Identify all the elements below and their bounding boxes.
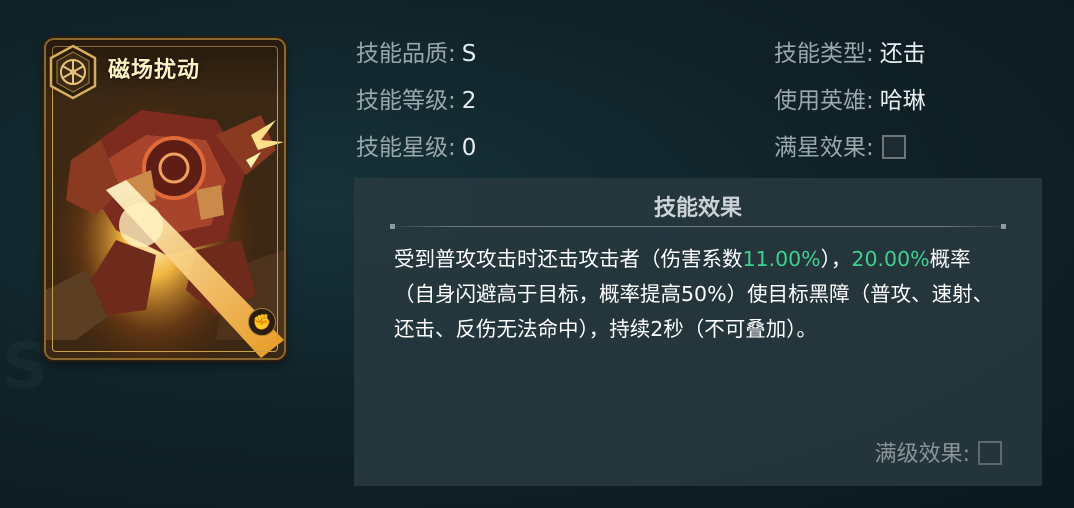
max-level-effect-checkbox[interactable]	[978, 441, 1002, 465]
skill-level-row: 技能等级: 2	[356, 81, 476, 115]
skill-detail-screen: S 磁场扰动 ✊ 技能品质: S 技能等级: 2 技能星级: 0 技能类型: 还…	[0, 0, 1074, 508]
skill-quality-row: 技能品质: S	[356, 34, 476, 68]
skill-card[interactable]: 磁场扰动 ✊	[46, 40, 284, 358]
skill-quality-value: S	[461, 41, 477, 67]
hero-label: 使用英雄:	[774, 88, 874, 114]
skill-star-row: 技能星级: 0	[356, 128, 476, 162]
title-divider	[390, 224, 1006, 229]
effect-text-part-1: 受到普攻攻击时还击攻击者（伤害系数	[394, 247, 743, 271]
skill-star-value: 0	[461, 135, 477, 161]
hero-row: 使用英雄: 哈琳	[774, 81, 926, 115]
background-pattern: S	[2, 330, 49, 404]
skill-quality-label: 技能品质:	[356, 41, 456, 67]
effect-text-part-2: ），	[820, 247, 852, 271]
skill-type-value: 还击	[879, 41, 926, 67]
full-star-effect-checkbox[interactable]	[881, 134, 906, 159]
fist-icon: ✊	[248, 308, 276, 336]
skill-star-label: 技能星级:	[356, 135, 456, 161]
skill-effect-title: 技能效果	[653, 196, 742, 221]
skill-type-row: 技能类型: 还击	[774, 34, 926, 68]
skill-level-label: 技能等级:	[356, 88, 456, 114]
skill-level-value: 2	[461, 88, 477, 114]
skill-card-name: 磁场扰动	[108, 57, 201, 83]
skill-effect-description: 受到普攻攻击时还击攻击者（伤害系数11.00%），20.00%概率（自身闪避高于…	[394, 242, 994, 347]
hexagon-wheel-emblem-icon	[49, 44, 97, 100]
proc-chance-value: 20.00%	[851, 247, 930, 271]
max-level-effect-row: 满级效果:	[875, 436, 1002, 468]
max-level-effect-label: 满级效果:	[874, 442, 970, 467]
skill-type-label: 技能类型:	[774, 41, 874, 67]
full-star-effect-label: 满星效果:	[774, 135, 874, 161]
skill-effect-panel: 技能效果 受到普攻攻击时还击攻击者（伤害系数11.00%），20.00%概率（自…	[354, 178, 1042, 486]
damage-coefficient-value: 11.00%	[742, 247, 821, 271]
hero-value: 哈琳	[879, 88, 926, 114]
full-star-effect-row: 满星效果:	[774, 128, 906, 162]
